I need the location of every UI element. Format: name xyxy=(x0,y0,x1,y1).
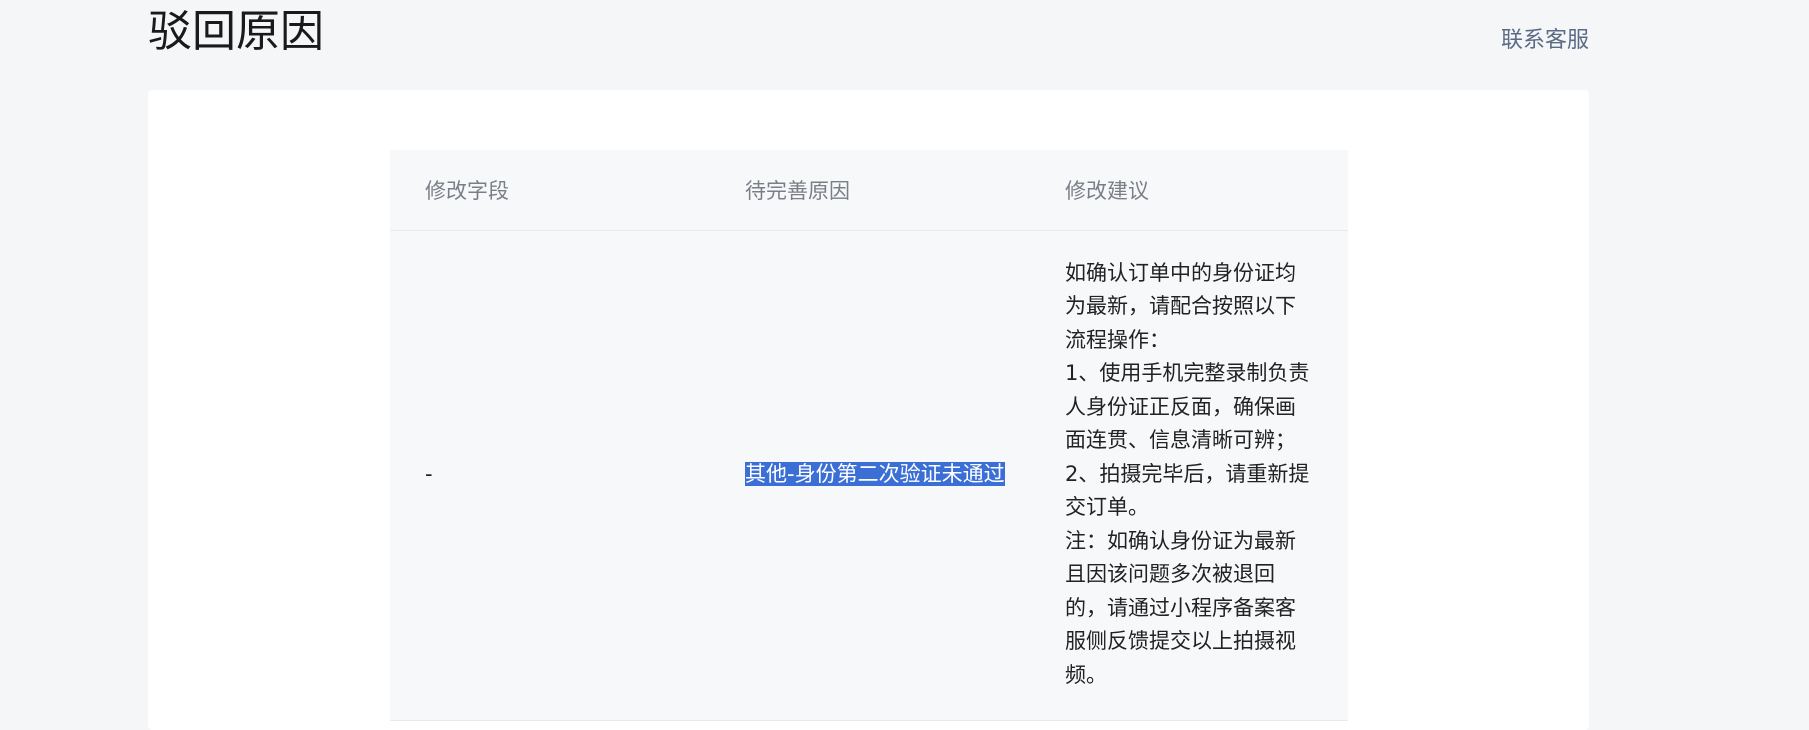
suggestion-line: 人身份证正反面，确保画 xyxy=(1065,394,1296,419)
page-title: 驳回原因 xyxy=(148,6,324,57)
field-cell: - xyxy=(425,462,433,487)
suggestion-line: 为最新，请配合按照以下 xyxy=(1065,294,1296,318)
table-row: - 其他-身份第二次验证未通过 如确认订单中的身份证均 为最新，请配合按照以下 … xyxy=(390,230,1348,721)
suggestion-line: 服侧反馈提交以上拍摄视 xyxy=(1065,629,1296,653)
suggestion-line: 注：如确认身份证为最新 xyxy=(1065,528,1296,553)
column-header-suggestion: 修改建议 xyxy=(1065,178,1149,203)
suggestion-line: 频。 xyxy=(1065,662,1107,687)
suggestion-line: 的，请通过小程序备案客 xyxy=(1065,595,1296,620)
suggestion-line: 如确认订单中的身份证均 xyxy=(1065,260,1296,285)
suggestion-line: 流程操作： xyxy=(1065,327,1170,352)
content-card: 修改字段 待完善原因 修改建议 - 其他-身份第二次验证未通过 如确认订单中的身… xyxy=(148,90,1589,730)
suggestion-cell: 如确认订单中的身份证均 为最新，请配合按照以下 流程操作： 1、使用手机完整录制… xyxy=(1030,230,1348,721)
column-header-field: 修改字段 xyxy=(425,178,509,203)
suggestion-line: 面连贯、信息清晰可辨； xyxy=(1065,428,1296,452)
suggestion-line: 且因该问题多次被退回 xyxy=(1065,562,1275,586)
reason-cell: 其他-身份第二次验证未通过 xyxy=(710,230,1030,721)
reason-text: 其他-身份第二次验证未通过 xyxy=(745,462,1005,487)
column-header-reason: 待完善原因 xyxy=(745,178,850,203)
suggestion-line: 1、使用手机完整录制负责 xyxy=(1065,361,1310,385)
contact-support-link[interactable]: 联系客服 xyxy=(1501,26,1589,56)
rejection-reason-table: 修改字段 待完善原因 修改建议 - 其他-身份第二次验证未通过 如确认订单中的身… xyxy=(390,150,1348,721)
suggestion-line: 交订单。 xyxy=(1065,495,1149,519)
table-header-row: 修改字段 待完善原因 修改建议 xyxy=(390,150,1348,230)
suggestion-line: 2、拍摄完毕后，请重新提 xyxy=(1065,461,1310,486)
